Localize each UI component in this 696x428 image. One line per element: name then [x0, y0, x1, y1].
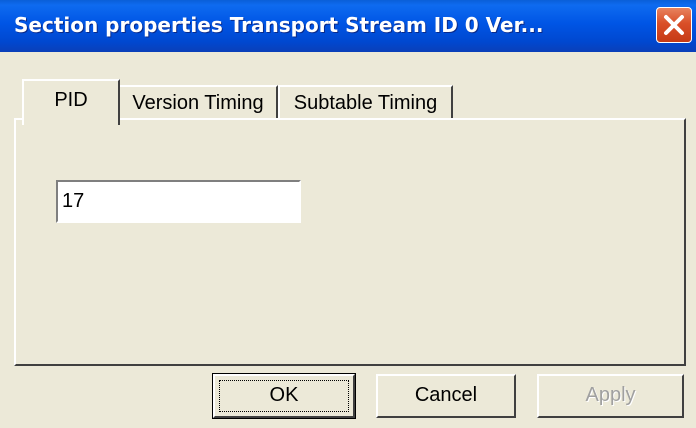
tab-pid-label: PID — [54, 89, 88, 111]
tab-subtable-timing-label: Subtable Timing — [293, 92, 438, 114]
tab-panel-pid — [14, 118, 686, 366]
tab-pid[interactable]: PID — [22, 79, 120, 125]
close-icon — [664, 15, 684, 35]
title-bar[interactable]: Section properties Transport Stream ID 0… — [0, 0, 696, 52]
window-title: Section properties Transport Stream ID 0… — [14, 13, 544, 37]
tab-version-timing-label: Version Timing — [132, 92, 264, 114]
focus-rectangle — [219, 380, 349, 412]
close-button[interactable] — [656, 7, 692, 43]
ok-button[interactable]: OK — [212, 373, 356, 419]
cancel-button-label: Cancel — [414, 384, 478, 406]
apply-button[interactable]: Apply — [537, 374, 684, 418]
dialog-window: Section properties Transport Stream ID 0… — [0, 0, 696, 428]
pid-input[interactable] — [56, 180, 301, 223]
apply-button-label: Apply — [585, 384, 636, 406]
cancel-button[interactable]: Cancel — [376, 374, 516, 418]
